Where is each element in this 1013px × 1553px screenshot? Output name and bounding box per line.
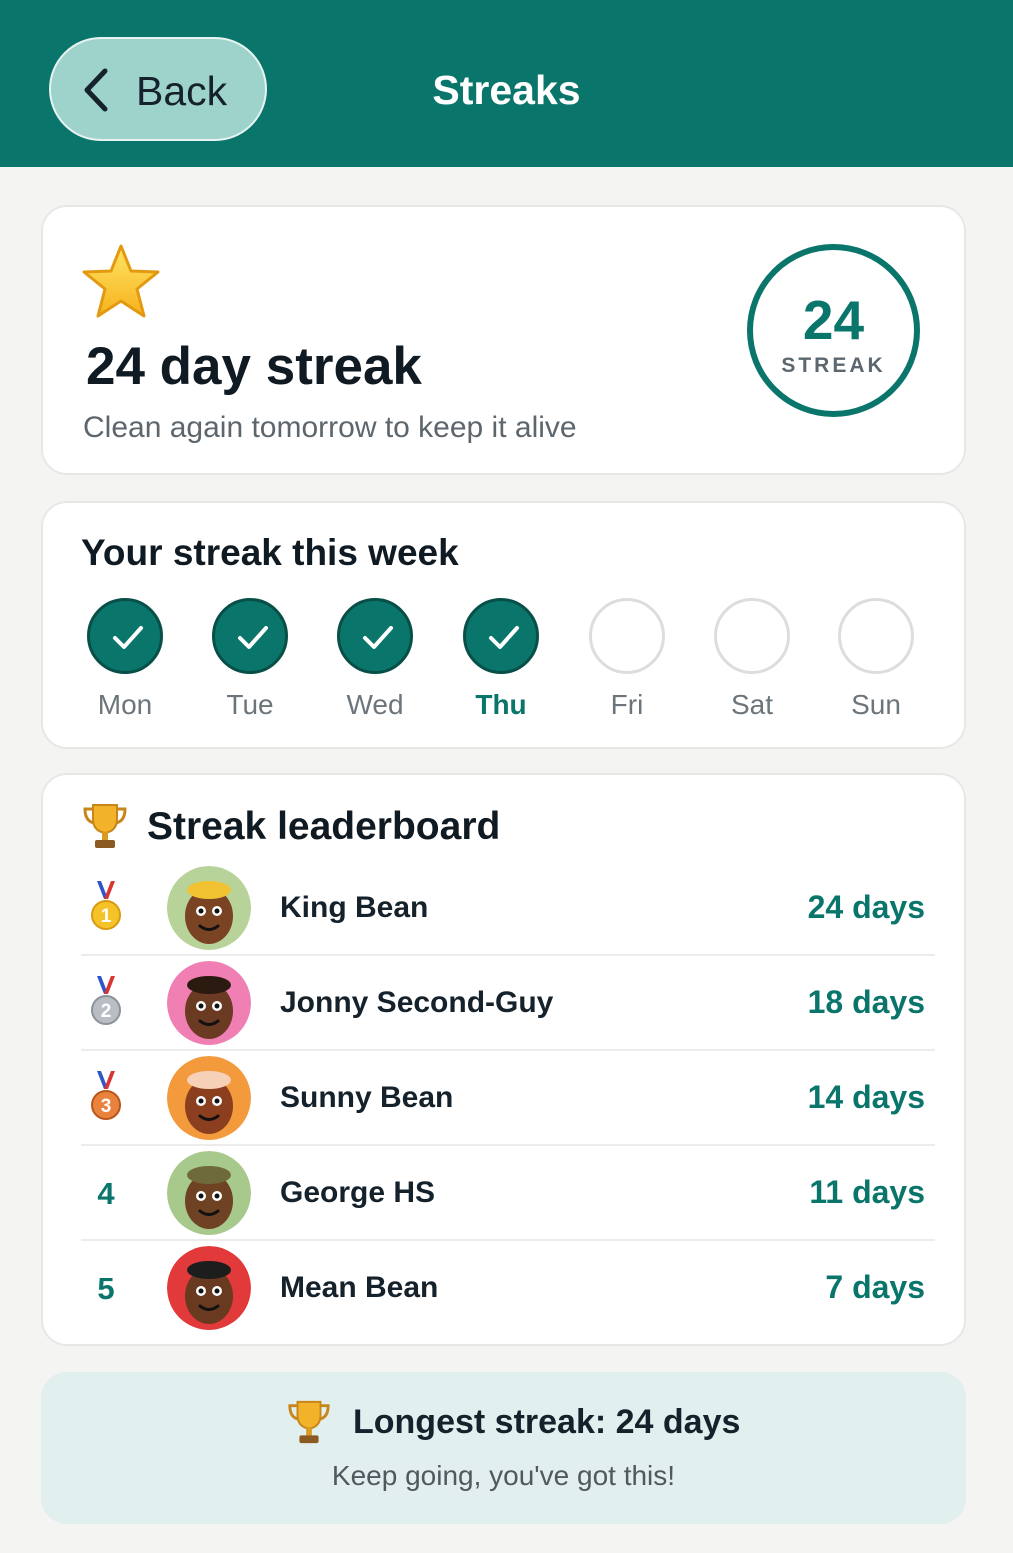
day-pending-indicator	[838, 598, 914, 674]
day-label: Thu	[475, 689, 527, 720]
player-streak-days: 18 days	[807, 984, 925, 1020]
app-header: Back Streaks	[0, 0, 1013, 167]
day-label: Tue	[226, 689, 274, 720]
day-thu: Thu	[461, 596, 541, 726]
player-streak-days: 14 days	[807, 1079, 925, 1115]
leaderboard-row[interactable]: 1 King Bean 24 days	[81, 861, 935, 956]
star-icon	[82, 244, 160, 318]
checkmark-icon	[363, 626, 393, 649]
medal-rank-number: 1	[101, 906, 112, 927]
checkmark-icon	[489, 626, 519, 649]
gold-medal-icon: 1	[91, 881, 121, 930]
rank-number: 4	[97, 1176, 115, 1211]
player-name: Jonny Second-Guy	[280, 986, 554, 1019]
week-section-title: Your streak this week	[81, 532, 459, 573]
day-complete-indicator	[212, 598, 288, 674]
player-streak-days: 7 days	[825, 1269, 925, 1305]
player-name: Sunny Bean	[280, 1081, 454, 1114]
leaderboard-row[interactable]: 3 Sunny Bean 14 days	[81, 1051, 935, 1146]
day-mon: Mon	[85, 596, 165, 726]
trophy-icon	[288, 1400, 330, 1444]
day-fri: Fri	[587, 596, 667, 726]
day-label: Mon	[97, 689, 153, 720]
day-sun: Sun	[836, 596, 916, 726]
day-pending-indicator	[714, 598, 790, 674]
day-pending-indicator	[589, 598, 665, 674]
player-streak-days: 11 days	[809, 1174, 925, 1210]
king-bean-avatar	[167, 866, 251, 950]
sunny-bean-avatar	[167, 1056, 251, 1140]
player-name: Mean Bean	[280, 1271, 439, 1304]
checkmark-icon	[238, 626, 268, 649]
rank-number: 5	[97, 1271, 115, 1306]
player-name: King Bean	[280, 891, 429, 924]
player-name: George HS	[280, 1176, 436, 1209]
streak-subtitle: Clean again tomorrow to keep it alive	[83, 411, 577, 444]
page-title: Streaks	[432, 67, 581, 113]
jonny-second-guy-avatar	[167, 961, 251, 1045]
longest-streak-banner: Longest streak: 24 days Keep going, you'…	[41, 1372, 966, 1524]
day-label: Fri	[610, 689, 644, 720]
medal-rank-number: 2	[101, 1001, 112, 1022]
day-label: Sun	[851, 689, 901, 720]
medal-rank-number: 3	[101, 1096, 112, 1117]
leaderboard-row[interactable]: 2 Jonny Second-Guy 18 days	[81, 956, 935, 1051]
leaderboard-card: Streak leaderboard 1 King Bean 24 days 2 Jon…	[41, 773, 966, 1346]
mean-bean-avatar	[167, 1246, 251, 1330]
day-complete-indicator	[87, 598, 163, 674]
streak-title: 24 day streak	[86, 337, 422, 396]
day-label: Wed	[346, 689, 404, 720]
day-label: Sat	[730, 689, 774, 720]
checkmark-icon	[113, 626, 143, 649]
player-streak-days: 24 days	[807, 889, 925, 925]
day-complete-indicator	[463, 598, 539, 674]
leaderboard-row[interactable]: 5 Mean Bean 7 days	[81, 1241, 935, 1336]
streak-ring-number: 24	[802, 289, 865, 351]
streak-summary-card: 24 day streak Clean again tomorrow to ke…	[41, 205, 966, 475]
day-wed: Wed	[335, 596, 415, 726]
streak-ring-badge: 24 STREAK	[747, 244, 920, 417]
trophy-icon	[83, 804, 127, 848]
week-streak-card: Your streak this week Mon Tue Wed Thu Fri Sat…	[41, 501, 966, 749]
day-sat: Sat	[712, 596, 792, 726]
george-hs-avatar	[167, 1151, 251, 1235]
silver-medal-icon: 2	[91, 976, 121, 1025]
leaderboard-list: 1 King Bean 24 days 2 Jonny Second-Guy 18 day…	[81, 861, 935, 1336]
leaderboard-row[interactable]: 4 George HS 11 days	[81, 1146, 935, 1241]
bronze-medal-icon: 3	[91, 1071, 121, 1120]
day-complete-indicator	[337, 598, 413, 674]
streak-ring-label: STREAK	[781, 354, 886, 377]
day-tue: Tue	[210, 596, 290, 726]
leaderboard-title: Streak leaderboard	[147, 805, 501, 848]
longest-streak-subtitle: Keep going, you've got this!	[331, 1460, 676, 1491]
longest-streak-title: Longest streak: 24 days	[353, 1403, 741, 1441]
